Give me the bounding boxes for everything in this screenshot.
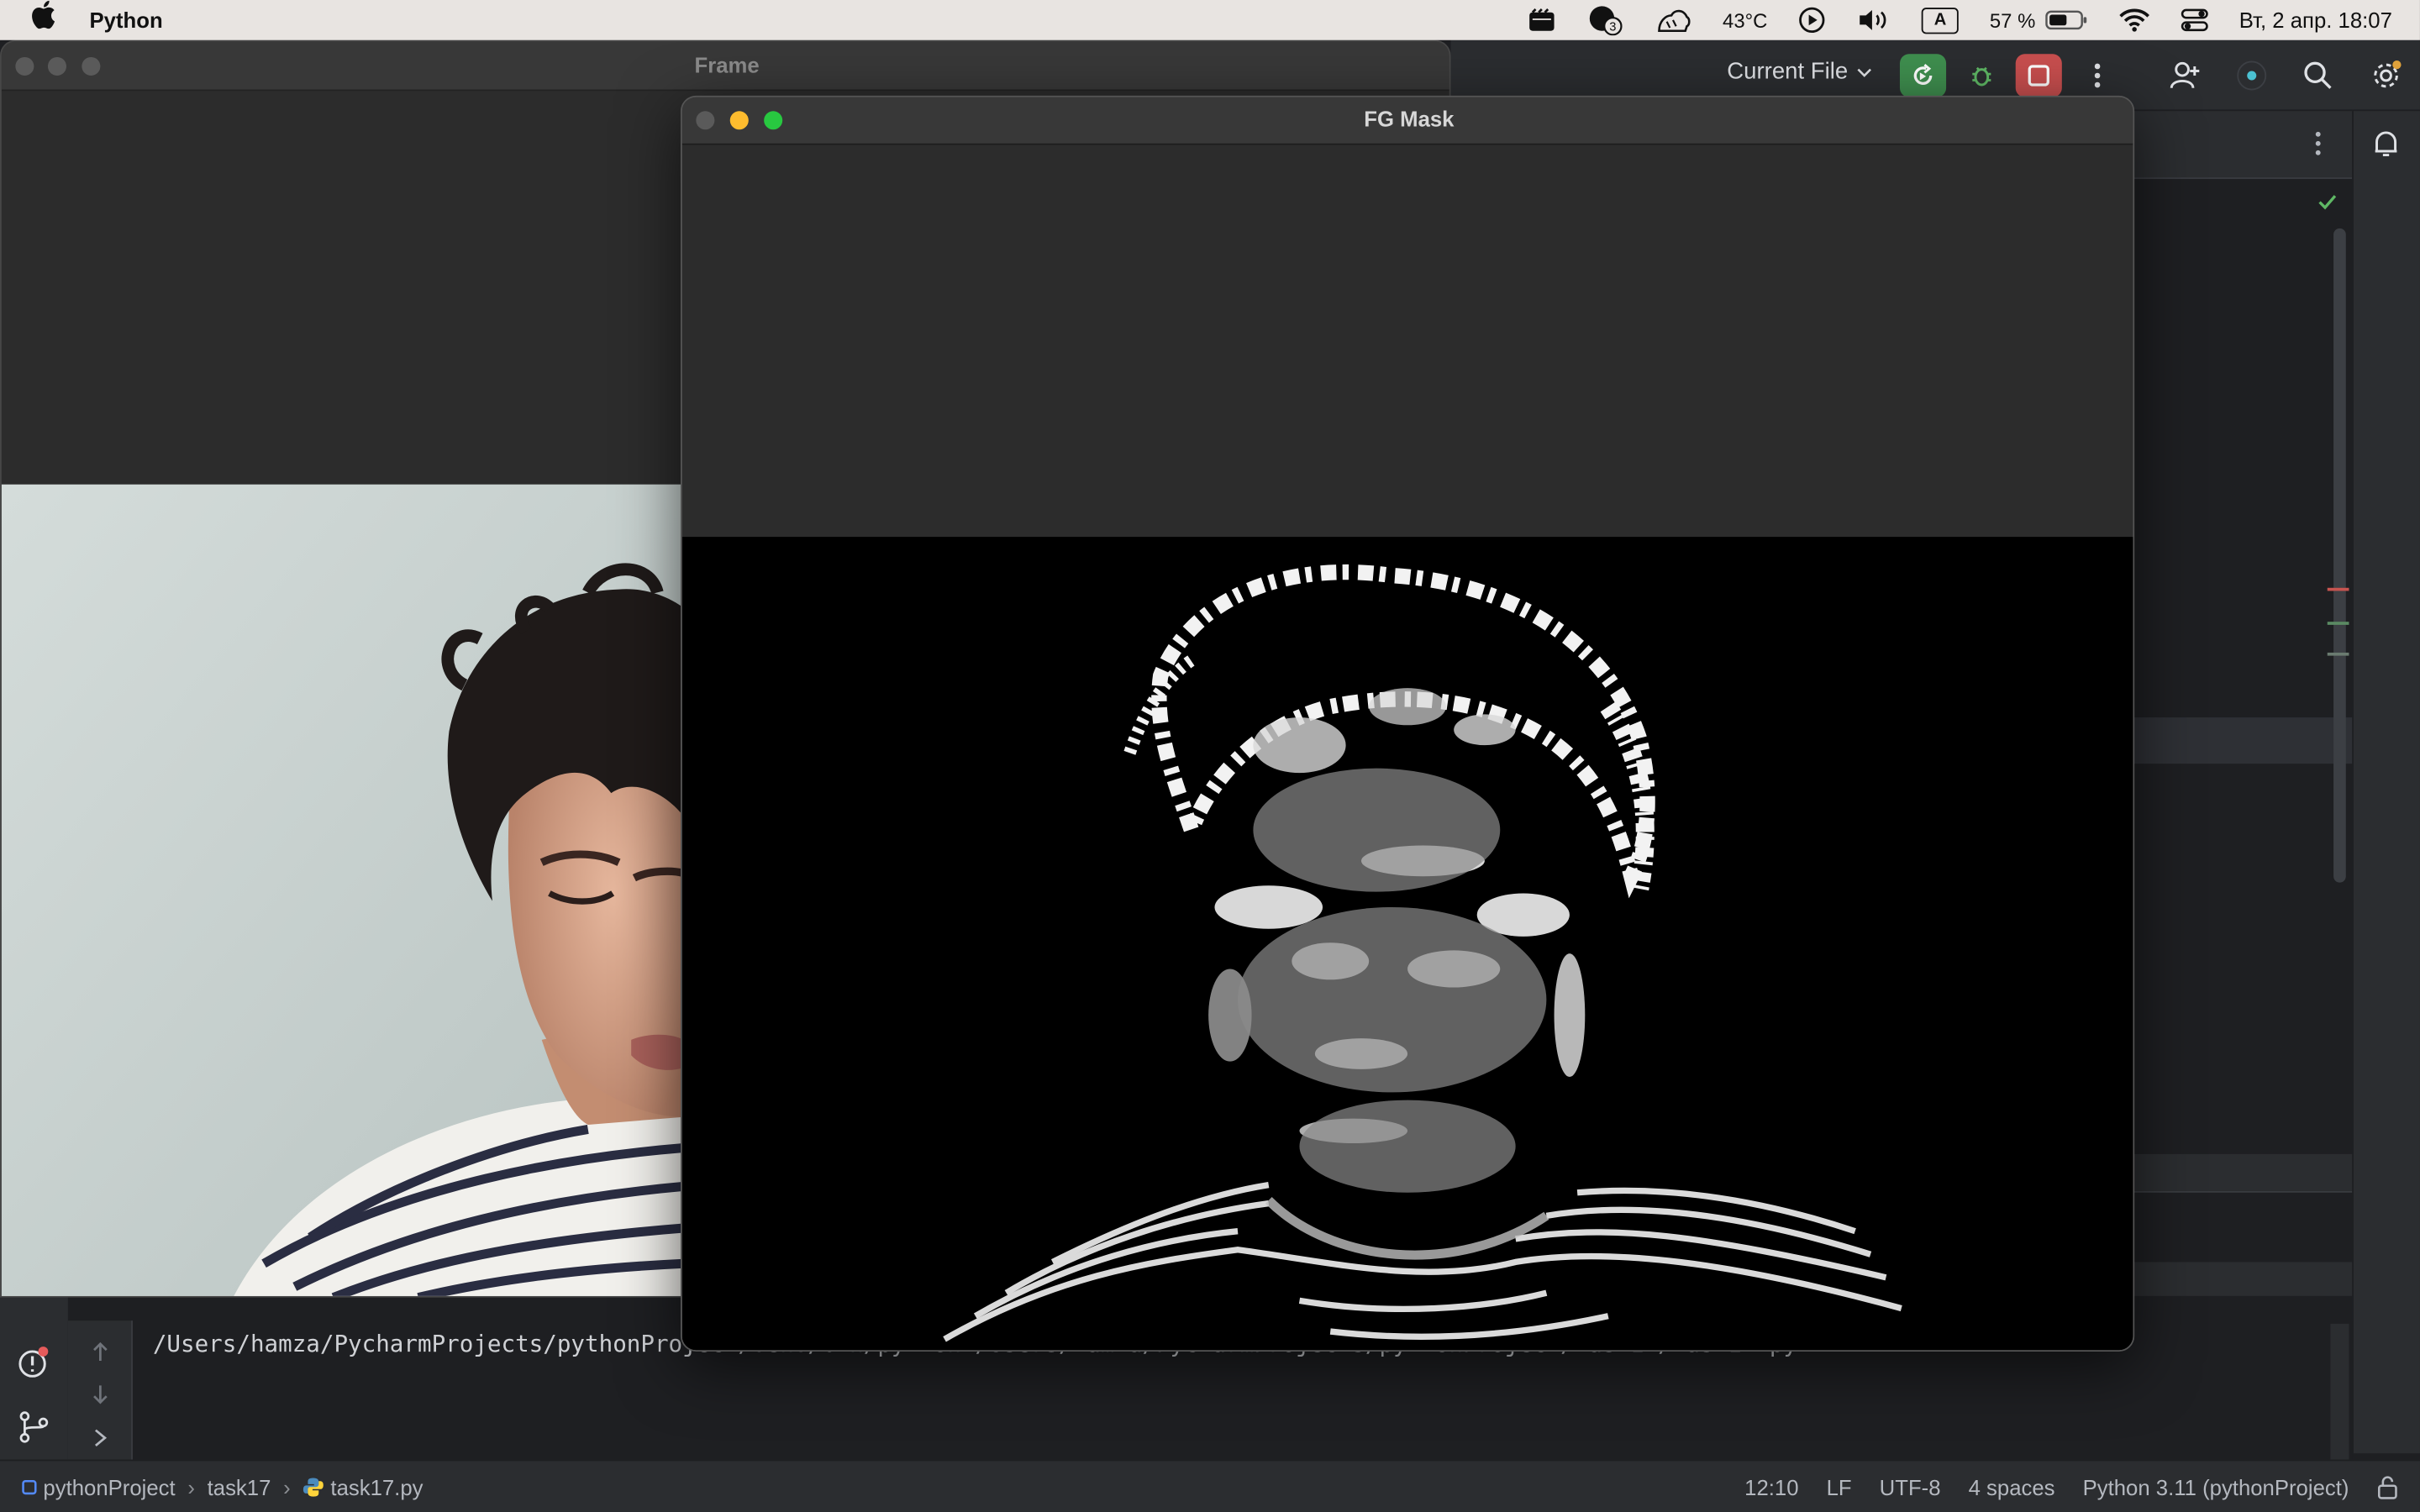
fg-mask-toolbar-area (681, 144, 2133, 538)
camera-frame-image (1, 484, 684, 1296)
breadcrumb-project[interactable]: pythonProject (43, 1474, 175, 1499)
menu-extras: 3 43°C A 57 % Вт, 2 апр. 18:07 (1497, 0, 2392, 40)
editor-options-button[interactable] (2298, 123, 2338, 164)
chevron-right-icon: › (283, 1473, 291, 1499)
stop-button[interactable] (2015, 54, 2062, 97)
editor-scrollbar[interactable] (2333, 228, 2346, 883)
change-mark[interactable] (2327, 652, 2349, 656)
fg-mask-window[interactable]: FG Mask (680, 95, 2135, 1352)
keyboard-layout: A (1922, 7, 1960, 34)
problems-button[interactable] (14, 1342, 55, 1383)
add-user-icon (2170, 61, 2200, 89)
gear-icon (2374, 60, 2402, 88)
status-right: 12:10 LF UTF-8 4 spaces Python 3.11 (pyt… (1744, 1461, 2420, 1512)
checkmark-icon (2318, 195, 2337, 210)
status-bar: pythonProject › task17 › task17.py 12:10… (0, 1459, 2420, 1512)
foreground-mask-image (681, 537, 2133, 1351)
code-with-me-button[interactable] (2232, 55, 2272, 96)
frame-titlebar[interactable]: Frame (1, 41, 1449, 92)
more-actions-button[interactable] (2075, 54, 2121, 97)
arrow-down-icon[interactable] (90, 1383, 112, 1407)
screen: { "menubar": { "app_name": "Python", "te… (0, 0, 2420, 1512)
git-branch-icon (19, 1411, 49, 1443)
macos-menu-bar: Python 3 43°C A 57 % Вт, 2 апр. 18:07 (0, 0, 2420, 40)
python-file-icon (303, 1477, 324, 1496)
frame-window-title: Frame (694, 52, 760, 77)
run-panel-area (2133, 1190, 2353, 1263)
kebab-menu-icon (2315, 131, 2321, 155)
console-scrollbar[interactable] (2330, 1323, 2349, 1460)
stage: { "menubar": { "app_name": "Python", "te… (0, 0, 2420, 1512)
play-icon[interactable] (1798, 0, 1826, 40)
rerun-button[interactable] (1899, 54, 1947, 97)
git-button[interactable] (14, 1407, 55, 1447)
battery-icon[interactable] (2044, 0, 2087, 40)
add-user-button[interactable] (2165, 55, 2206, 96)
run-configuration-selector[interactable]: Current File (1727, 59, 1872, 85)
fg-mask-window-title: FG Mask (1364, 106, 1455, 132)
chevron-down-icon (1858, 67, 1872, 76)
right-tool-strip (2352, 111, 2420, 1454)
file-encoding[interactable]: UTF-8 (1880, 1475, 1941, 1499)
python-interpreter[interactable]: Python 3.11 (pythonProject) (2083, 1475, 2349, 1499)
kebab-menu-icon (2094, 63, 2101, 88)
run-config-label: Current File (1727, 58, 1849, 86)
fg-mask-titlebar[interactable]: FG Mask (681, 97, 2133, 145)
battery-percent[interactable]: 57 % (1990, 0, 2035, 40)
run-panel-header (2133, 1153, 2353, 1191)
breadcrumb: pythonProject › task17 › task17.py (22, 1474, 424, 1499)
notification-count: 3 (1610, 21, 1617, 34)
clapper-icon[interactable] (1528, 0, 1556, 40)
lock-icon[interactable] (2377, 1475, 2399, 1499)
wifi-icon[interactable] (2119, 0, 2150, 40)
clock[interactable]: Вт, 2 апр. 18:07 (2239, 0, 2392, 40)
current-line-highlight (2133, 717, 2353, 764)
search-icon (2304, 61, 2332, 89)
change-mark[interactable] (2327, 622, 2349, 625)
arrow-up-icon[interactable] (90, 1339, 112, 1363)
breadcrumb-file[interactable]: task17.py (330, 1474, 423, 1499)
chevron-right-icon: › (187, 1473, 195, 1499)
menu-app-name[interactable]: Python (90, 8, 163, 32)
search-button[interactable] (2298, 55, 2338, 96)
volume-icon[interactable] (1857, 0, 1891, 40)
input-source[interactable]: A (1922, 0, 1960, 40)
stop-icon (2028, 65, 2049, 87)
apple-icon[interactable] (31, 0, 62, 41)
control-center-icon[interactable] (2181, 0, 2208, 40)
caret-position[interactable]: 12:10 (1744, 1475, 1798, 1499)
bell-icon (2375, 131, 2397, 157)
breadcrumb-folder[interactable]: task17 (208, 1474, 271, 1499)
error-mark[interactable] (2327, 587, 2349, 591)
temperature[interactable]: 43°C (1723, 0, 1767, 40)
chevron-right-icon[interactable] (91, 1427, 109, 1449)
ai-assistant-icon (2237, 60, 2267, 91)
chat-icon[interactable]: 3 (1586, 0, 1623, 40)
debug-button[interactable] (1959, 54, 2005, 97)
line-ending[interactable]: LF (1827, 1475, 1852, 1499)
bug-icon (1972, 66, 1991, 87)
indentation[interactable]: 4 spaces (1969, 1475, 2055, 1499)
problems-icon (18, 1347, 49, 1378)
settings-button[interactable] (2366, 55, 2407, 96)
rerun-icon (1913, 64, 1933, 85)
notifications-button[interactable] (2366, 123, 2407, 164)
project-icon (22, 1479, 37, 1494)
weather-icon[interactable] (1655, 0, 1691, 40)
